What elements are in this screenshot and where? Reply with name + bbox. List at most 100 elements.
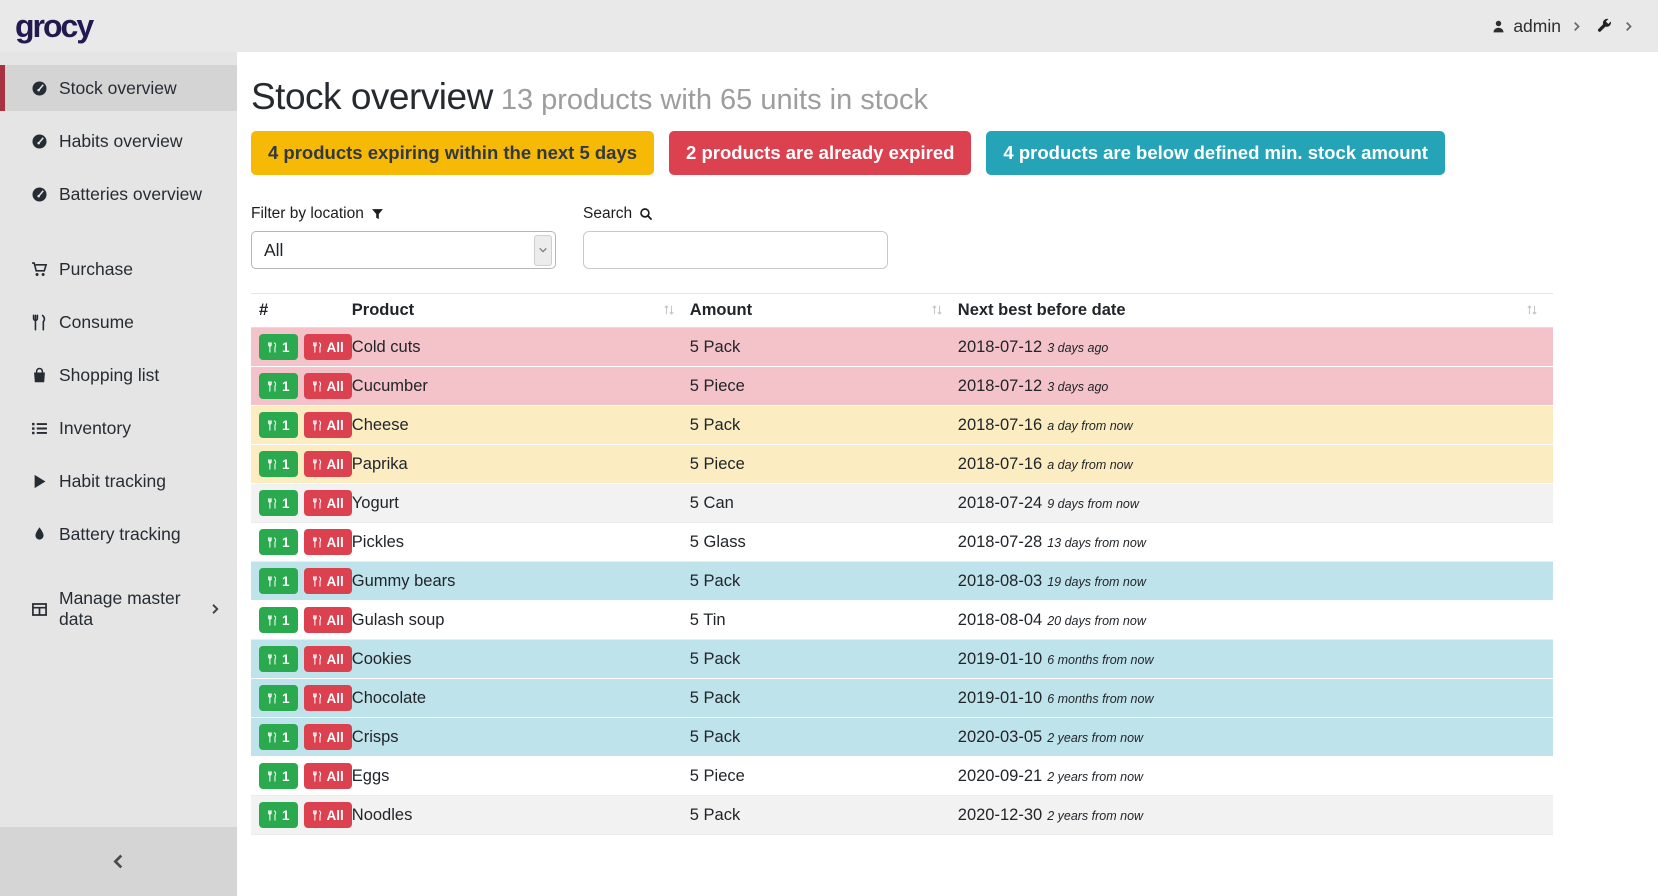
consume-all-button[interactable]: All xyxy=(304,763,352,789)
search-label: Search xyxy=(583,205,888,223)
consume-one-button[interactable]: 1 xyxy=(259,412,298,438)
list-icon xyxy=(31,420,50,437)
gauge-icon xyxy=(31,80,50,97)
consume-one-button[interactable]: 1 xyxy=(259,763,298,789)
location-filter-label-text: Filter by location xyxy=(251,205,364,223)
chevron-right-icon xyxy=(209,603,221,615)
sort-icon xyxy=(930,303,944,317)
consume-one-button[interactable]: 1 xyxy=(259,724,298,750)
date-relative: a day from now xyxy=(1047,458,1132,472)
product-amount: 5 Tin xyxy=(690,601,958,640)
column-header-product[interactable]: Product xyxy=(352,294,690,328)
consume-all-button[interactable]: All xyxy=(304,724,352,750)
consume-all-button[interactable]: All xyxy=(304,412,352,438)
sidebar-item-stock-overview[interactable]: Stock overview xyxy=(0,65,237,111)
consume-all-button[interactable]: All xyxy=(304,802,352,828)
consume-one-button[interactable]: 1 xyxy=(259,373,298,399)
date-value: 2018-07-16 xyxy=(958,416,1042,434)
consume-one-button[interactable]: 1 xyxy=(259,802,298,828)
alert-info-badge[interactable]: 4 products are below defined min. stock … xyxy=(986,131,1445,175)
consume-all-button[interactable]: All xyxy=(304,490,352,516)
filter-row: Filter by location All Search xyxy=(251,205,1553,269)
sidebar-item-purchase[interactable]: Purchase xyxy=(0,246,237,292)
stock-table: # Product Amount Next best before date 1… xyxy=(251,293,1553,835)
consume-all-button[interactable]: All xyxy=(304,568,352,594)
consume-one-button[interactable]: 1 xyxy=(259,490,298,516)
product-amount: 5 Pack xyxy=(690,562,958,601)
alert-warning-badge[interactable]: 4 products expiring within the next 5 da… xyxy=(251,131,654,175)
sidebar-item-inventory[interactable]: Inventory xyxy=(0,405,237,451)
date-value: 2019-01-10 xyxy=(958,650,1042,668)
sidebar-item-label: Battery tracking xyxy=(59,524,181,545)
search-input[interactable] xyxy=(583,231,888,269)
consume-one-button[interactable]: 1 xyxy=(259,646,298,672)
sidebar-item-label: Manage master data xyxy=(59,588,209,630)
column-header-number-label: # xyxy=(259,301,268,319)
sidebar-item-habit-tracking[interactable]: Habit tracking xyxy=(0,458,237,504)
best-before-date: 2018-08-0319 days from now xyxy=(958,562,1553,601)
location-select-value: All xyxy=(264,240,283,261)
consume-all-button[interactable]: All xyxy=(304,529,352,555)
sidebar-item-battery-tracking[interactable]: Battery tracking xyxy=(0,511,237,557)
topbar-actions: admin xyxy=(1491,16,1634,37)
bag-icon xyxy=(31,367,50,384)
consume-all-button[interactable]: All xyxy=(304,334,352,360)
grocy-logo[interactable]: grocy xyxy=(15,10,92,42)
column-header-best-before[interactable]: Next best before date xyxy=(958,294,1553,328)
date-value: 2020-03-05 xyxy=(958,728,1042,746)
table-row: 1AllCheese5 Pack2018-07-16a day from now xyxy=(251,406,1553,445)
sidebar-item-label: Shopping list xyxy=(59,365,159,386)
date-relative: 2 years from now xyxy=(1047,809,1143,823)
sidebar: Stock overview Habits overview Batteries o… xyxy=(0,52,237,896)
table-row: 1AllCold cuts5 Pack2018-07-123 days ago xyxy=(251,328,1553,367)
alert-danger-badge[interactable]: 2 products are already expired xyxy=(669,131,971,175)
page-title: Stock overview13 products with 65 units … xyxy=(251,74,1553,119)
consume-one-button[interactable]: 1 xyxy=(259,685,298,711)
consume-one-button[interactable]: 1 xyxy=(259,607,298,633)
location-select[interactable]: All xyxy=(251,231,556,269)
consume-one-button[interactable]: 1 xyxy=(259,529,298,555)
table-row: 1AllNoodles5 Pack2020-12-302 years from … xyxy=(251,796,1553,835)
product-amount: 5 Piece xyxy=(690,445,958,484)
product-amount: 5 Piece xyxy=(690,367,958,406)
consume-all-button[interactable]: All xyxy=(304,685,352,711)
settings-menu[interactable] xyxy=(1596,18,1613,35)
column-header-product-label: Product xyxy=(352,301,414,319)
sidebar-group-gap xyxy=(0,564,237,586)
user-name: admin xyxy=(1513,16,1561,37)
utensils-icon xyxy=(31,314,50,331)
sidebar-item-shopping-list[interactable]: Shopping list xyxy=(0,352,237,398)
table-icon xyxy=(31,601,50,618)
date-relative: 13 days from now xyxy=(1047,536,1146,550)
best-before-date: 2018-07-2813 days from now xyxy=(958,523,1553,562)
product-name: Pickles xyxy=(352,523,690,562)
consume-all-button[interactable]: All xyxy=(304,451,352,477)
consume-one-button[interactable]: 1 xyxy=(259,451,298,477)
consume-all-button[interactable]: All xyxy=(304,373,352,399)
product-name: Cold cuts xyxy=(352,328,690,367)
consume-all-button[interactable]: All xyxy=(304,607,352,633)
consume-all-button[interactable]: All xyxy=(304,646,352,672)
search-label-text: Search xyxy=(583,205,632,223)
utensils-icon xyxy=(312,771,323,782)
chevron-left-icon xyxy=(110,853,127,870)
date-value: 2018-07-12 xyxy=(958,338,1042,356)
sidebar-item-manage-master-data[interactable]: Manage master data xyxy=(0,586,237,632)
search-filter: Search xyxy=(583,205,888,269)
sidebar-item-consume[interactable]: Consume xyxy=(0,299,237,345)
utensils-icon xyxy=(267,693,278,704)
date-value: 2018-07-12 xyxy=(958,377,1042,395)
product-amount: 5 Pack xyxy=(690,796,958,835)
user-menu[interactable]: admin xyxy=(1491,16,1561,37)
product-amount: 5 Pack xyxy=(690,679,958,718)
sidebar-item-habits-overview[interactable]: Habits overview xyxy=(0,118,237,164)
consume-one-button[interactable]: 1 xyxy=(259,334,298,360)
best-before-date: 2020-12-302 years from now xyxy=(958,796,1553,835)
sidebar-item-batteries-overview[interactable]: Batteries overview xyxy=(0,171,237,217)
sidebar-item-label: Consume xyxy=(59,312,134,333)
column-header-amount[interactable]: Amount xyxy=(690,294,958,328)
sidebar-collapse-button[interactable] xyxy=(0,827,237,896)
best-before-date: 2018-07-249 days from now xyxy=(958,484,1553,523)
consume-one-button[interactable]: 1 xyxy=(259,568,298,594)
location-filter: Filter by location All xyxy=(251,205,556,269)
